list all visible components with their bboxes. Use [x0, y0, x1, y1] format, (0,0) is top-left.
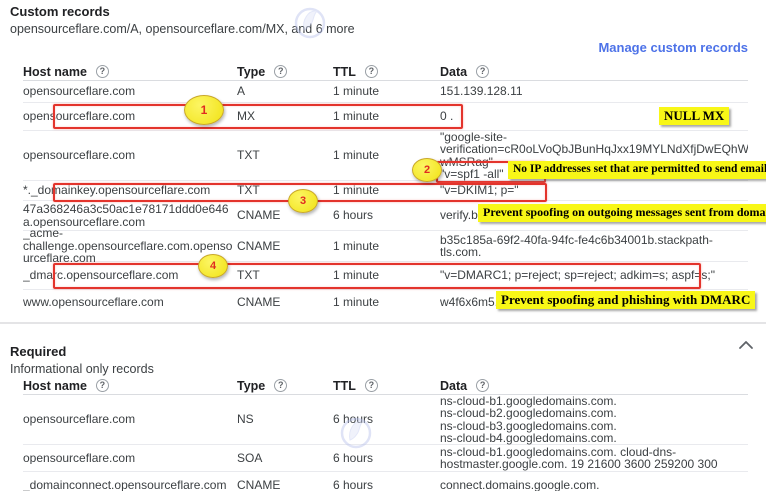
cell-host: _domainconnect.opensourceflare.com: [23, 479, 237, 492]
annotation-badge-4: 4: [198, 254, 228, 278]
required-records-table: Host name? Type? TTL? Data? opensourcefl…: [23, 377, 748, 496]
section-subtitle: opensourceflare.com/A, opensourceflare.c…: [10, 21, 355, 37]
column-label: TTL: [333, 65, 356, 79]
column-header-host: Host name?: [23, 379, 237, 393]
collapse-chevron-icon[interactable]: [737, 338, 755, 352]
cell-ttl: 6 hours: [333, 413, 440, 426]
cell-ttl: 6 hours: [333, 209, 440, 222]
column-label: Type: [237, 65, 265, 79]
cell-host: opensourceflare.com: [23, 413, 237, 426]
column-header-ttl: TTL?: [333, 379, 440, 393]
cell-data: connect.domains.google.com.: [440, 479, 748, 492]
cell-data: 151.139.128.11: [440, 85, 748, 98]
help-icon[interactable]: ?: [96, 65, 109, 78]
column-label: Type: [237, 379, 265, 393]
cell-type: NS: [237, 413, 333, 426]
annotation-box-dmarc-row: [53, 263, 701, 289]
manage-custom-records-link[interactable]: Manage custom records: [598, 40, 748, 55]
annotation-callout-dkim: Prevent spoofing on outgoing messages se…: [478, 204, 766, 222]
annotation-callout-null-mx: NULL MX: [659, 107, 729, 125]
record-row-soa: opensourceflare.com SOA 6 hours ns-cloud…: [23, 445, 748, 472]
cell-data: b35c185a-69f2-40fa-94fc-fe4c6b34001b.sta…: [440, 234, 748, 259]
column-header-data: Data?: [440, 379, 748, 393]
section-divider: [0, 322, 766, 324]
record-row-domainconnect: _domainconnect.opensourceflare.com CNAME…: [23, 472, 748, 496]
required-records-header: Required Informational only records: [10, 344, 154, 377]
cell-type: CNAME: [237, 479, 333, 492]
cell-ttl: 1 minute: [333, 240, 440, 253]
column-label: TTL: [333, 379, 356, 393]
help-icon[interactable]: ?: [365, 65, 378, 78]
table-header-row: Host name? Type? TTL? Data?: [23, 63, 748, 81]
help-icon[interactable]: ?: [365, 379, 378, 392]
cell-type: CNAME: [237, 209, 333, 222]
dns-records-page: Custom records opensourceflare.com/A, op…: [0, 0, 766, 496]
column-header-data: Data?: [440, 65, 748, 79]
cell-type: TXT: [237, 149, 333, 162]
help-icon[interactable]: ?: [274, 65, 287, 78]
cell-type: A: [237, 85, 333, 98]
annotation-badge-2: 2: [412, 158, 442, 182]
custom-records-header: Custom records opensourceflare.com/A, op…: [10, 4, 355, 37]
column-label: Host name: [23, 379, 87, 393]
column-label: Data: [440, 65, 467, 79]
column-header-type: Type?: [237, 65, 333, 79]
cell-host: 47a368246a3c50ac1e78171ddd0e646 a.openso…: [23, 203, 237, 228]
section-subtitle: Informational only records: [10, 361, 154, 377]
cell-type: CNAME: [237, 296, 333, 309]
record-row-a: opensourceflare.com A 1 minute 151.139.1…: [23, 81, 748, 103]
help-icon[interactable]: ?: [476, 379, 489, 392]
table-header-row: Host name? Type? TTL? Data?: [23, 377, 748, 395]
cell-data: ns-cloud-b1.googledomains.com. ns-cloud-…: [440, 395, 748, 445]
cell-ttl: 1 minute: [333, 85, 440, 98]
cell-ttl: 1 minute: [333, 296, 440, 309]
column-header-type: Type?: [237, 379, 333, 393]
section-title: Custom records: [10, 4, 355, 20]
column-label: Data: [440, 379, 467, 393]
annotation-callout-spf: No IP addresses set that are permitted t…: [508, 161, 766, 179]
annotation-box-mx-row: [53, 104, 463, 129]
record-row-acme: _acme- challenge.opensourceflare.com.ope…: [23, 231, 748, 262]
cell-data: ns-cloud-b1.googledomains.com. cloud-dns…: [440, 446, 748, 471]
section-title: Required: [10, 344, 154, 360]
cell-ttl: 6 hours: [333, 452, 440, 465]
record-row-ns: opensourceflare.com NS 6 hours ns-cloud-…: [23, 395, 748, 445]
cell-type: CNAME: [237, 240, 333, 253]
cell-host: opensourceflare.com: [23, 452, 237, 465]
column-header-host: Host name?: [23, 65, 237, 79]
cell-ttl: 6 hours: [333, 479, 440, 492]
cell-host: www.opensourceflare.com: [23, 296, 237, 309]
column-header-ttl: TTL?: [333, 65, 440, 79]
cell-type: SOA: [237, 452, 333, 465]
cell-host: opensourceflare.com: [23, 149, 237, 162]
help-icon[interactable]: ?: [274, 379, 287, 392]
column-label: Host name: [23, 65, 87, 79]
help-icon[interactable]: ?: [476, 65, 489, 78]
annotation-badge-3: 3: [288, 189, 318, 213]
annotation-callout-dmarc: Prevent spoofing and phishing with DMARC: [496, 291, 755, 309]
annotation-badge-1: 1: [184, 95, 224, 125]
help-icon[interactable]: ?: [96, 379, 109, 392]
